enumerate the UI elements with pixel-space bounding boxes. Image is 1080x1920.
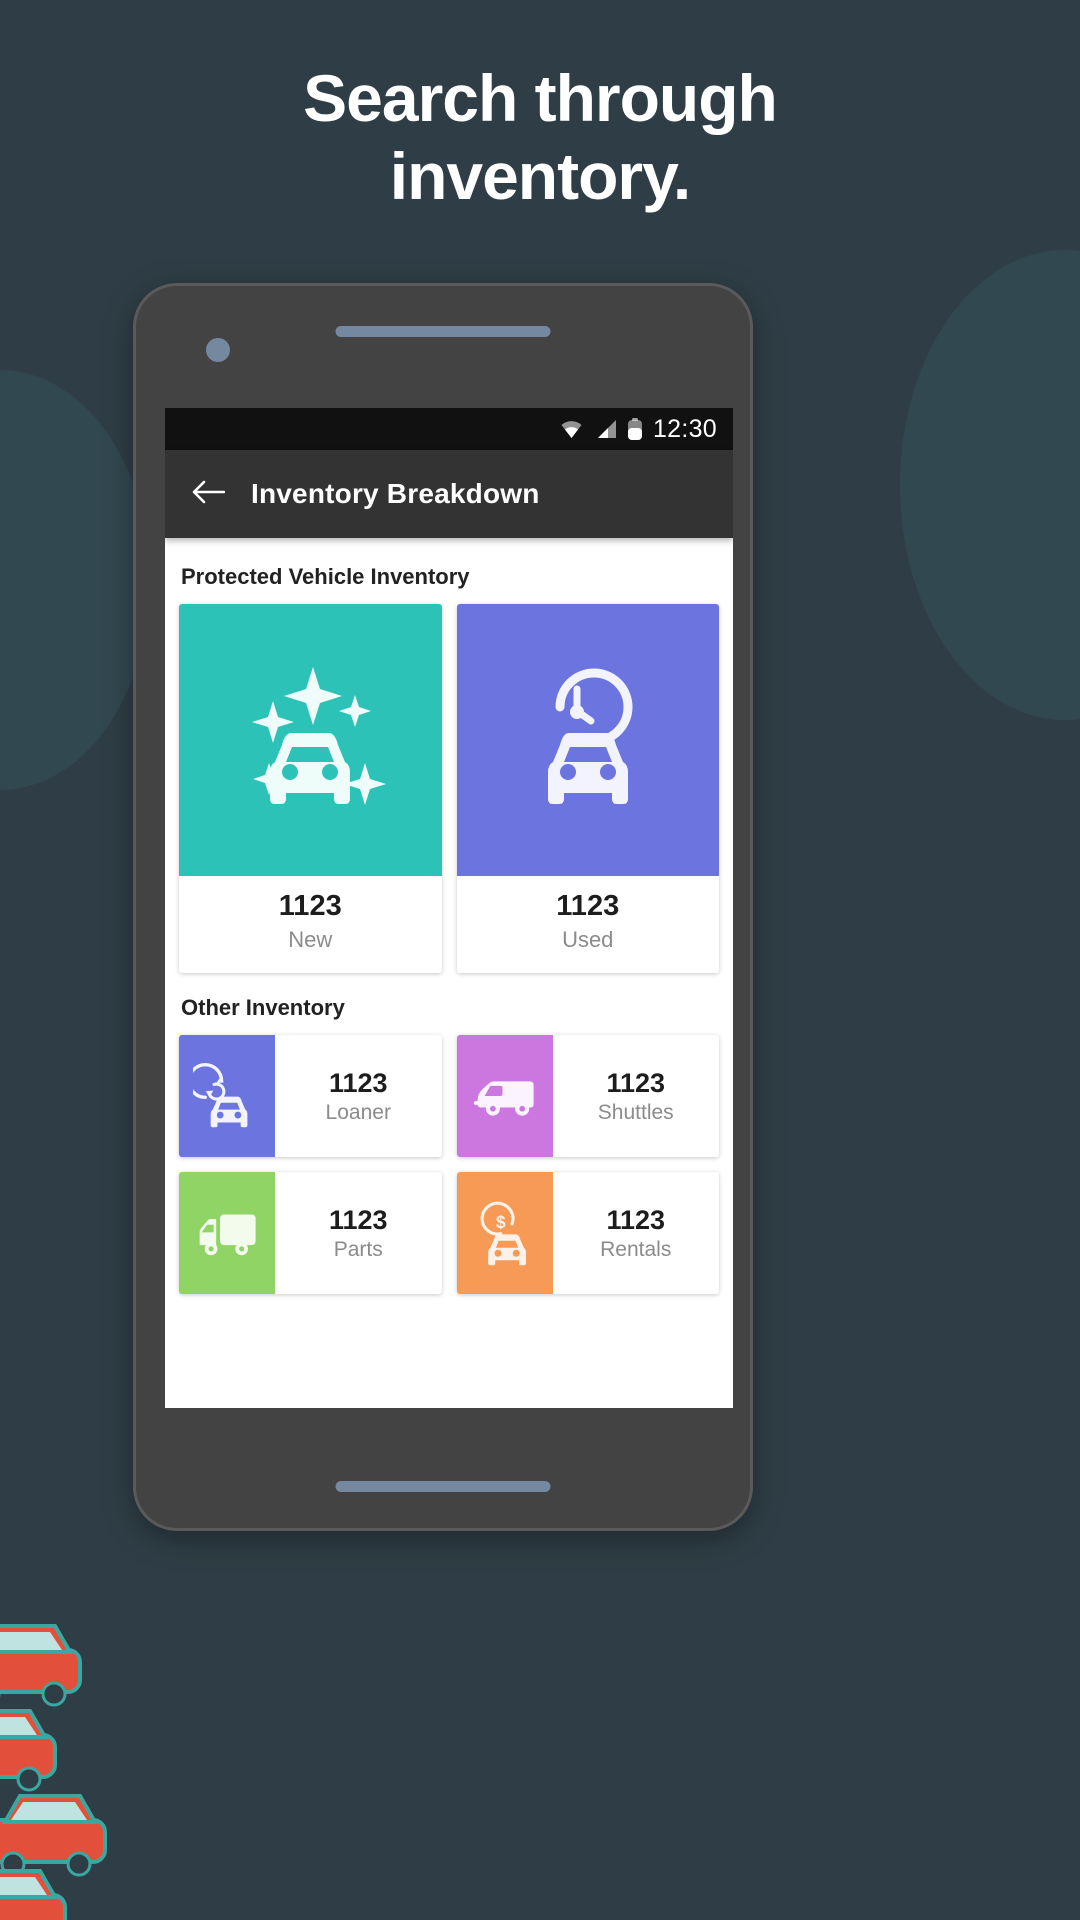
inventory-card-used[interactable]: 1123 Used	[456, 604, 720, 973]
headline-line-2: inventory.	[389, 138, 692, 213]
svg-text:$: $	[495, 1212, 505, 1232]
card-label-loaner: Loaner	[325, 1100, 391, 1124]
section-title-other: Other Inventory	[181, 995, 345, 1020]
card-count-loaner: 1123	[328, 1067, 388, 1098]
sparkle-car-icon	[252, 667, 387, 805]
promo-headline: Search through inventory.	[0, 60, 1080, 216]
decorative-cars-illustration	[0, 1624, 107, 1920]
signal-icon	[595, 419, 617, 439]
card-meta-used: 1123 Used	[457, 876, 720, 973]
status-bar-time: 12:30	[652, 414, 717, 443]
card-label-new: New	[288, 927, 333, 952]
phone-home-bar	[335, 1481, 551, 1492]
wifi-icon	[559, 419, 584, 439]
card-count-rentals: 1123	[606, 1204, 666, 1235]
inventory-card-new[interactable]: 1123 New	[179, 604, 442, 973]
phone-screen: 12:30 Inventory Breakdown Protected Vehi…	[165, 408, 733, 1408]
card-artwork-used	[456, 604, 719, 876]
card-artwork-loaner	[179, 1035, 275, 1157]
card-artwork-new	[179, 604, 442, 876]
dollar-car-icon: $	[480, 1201, 526, 1266]
phone-speaker	[335, 326, 551, 337]
app-bar: Inventory Breakdown	[165, 450, 733, 538]
phone-camera-icon	[206, 338, 230, 362]
card-count-new: 1123	[278, 890, 342, 922]
phone-mockup: 12:30 Inventory Breakdown Protected Vehi…	[133, 283, 753, 1531]
card-label-parts: Parts	[333, 1237, 383, 1261]
card-meta-loaner: 1123 Loaner	[275, 1035, 442, 1157]
card-artwork-rentals: $	[456, 1172, 553, 1294]
page-title: Inventory Breakdown	[251, 478, 540, 509]
card-meta-shuttles: 1123 Shuttles	[553, 1035, 720, 1157]
section-title-protected: Protected Vehicle Inventory	[181, 564, 470, 589]
other-inventory-row-1: 1123 Loaner 1123 Shuttles	[179, 1035, 719, 1157]
card-artwork-parts	[179, 1172, 275, 1294]
screen-content: Protected Vehicle Inventory 1123 New 112…	[165, 538, 733, 1408]
protected-inventory-grid: 1123 New 1123 Used	[179, 604, 719, 973]
background-circle-left	[0, 370, 150, 790]
card-artwork-shuttles	[456, 1035, 553, 1157]
card-label-rentals: Rentals	[600, 1237, 672, 1261]
inventory-card-shuttles[interactable]: 1123 Shuttles	[456, 1035, 720, 1157]
delivery-truck-icon	[199, 1214, 256, 1256]
card-meta-rentals: 1123 Rentals	[553, 1172, 720, 1294]
back-arrow-icon[interactable]	[191, 479, 226, 510]
van-icon	[473, 1081, 534, 1116]
other-inventory-row-2: 1123 Parts $ 1123 Rentals	[179, 1172, 719, 1294]
inventory-card-rentals[interactable]: $ 1123 Rentals	[456, 1172, 720, 1294]
card-label-shuttles: Shuttles	[597, 1100, 674, 1124]
refresh-car-icon	[193, 1063, 248, 1128]
status-bar: 12:30	[165, 408, 733, 450]
card-meta-parts: 1123 Parts	[275, 1172, 442, 1294]
card-count-shuttles: 1123	[606, 1067, 666, 1098]
clock-car-icon	[547, 668, 633, 804]
card-meta-new: 1123 New	[179, 876, 442, 973]
battery-icon	[627, 418, 642, 440]
inventory-card-parts[interactable]: 1123 Parts	[179, 1172, 442, 1294]
card-count-used: 1123	[556, 890, 620, 922]
card-label-used: Used	[562, 927, 614, 952]
headline-line-1: Search through	[303, 61, 778, 135]
background-circle-right	[900, 250, 1080, 720]
card-count-parts: 1123	[328, 1204, 388, 1235]
inventory-card-loaner[interactable]: 1123 Loaner	[179, 1035, 442, 1157]
